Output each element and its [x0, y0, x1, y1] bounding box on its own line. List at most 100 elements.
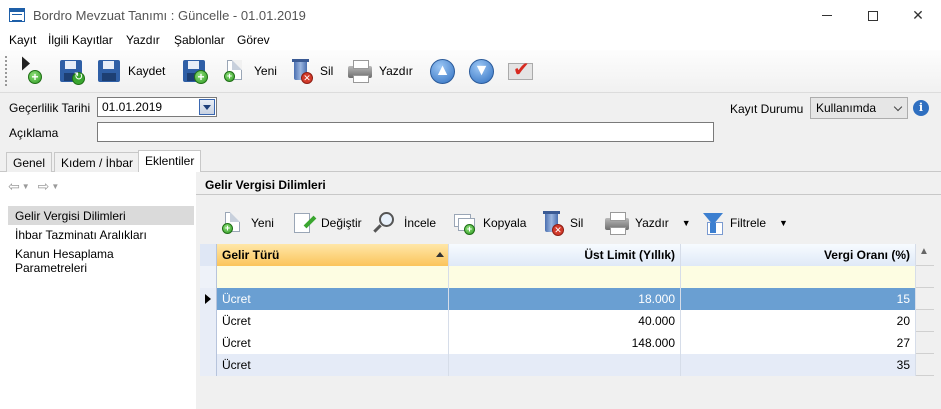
save-plus-icon: + [181, 58, 208, 84]
grid-copy-button[interactable]: + Kopyala [452, 206, 526, 240]
nav-item-kanun-hesaplama[interactable]: Kanun Hesaplama Parametreleri [8, 244, 194, 275]
date-dropdown-button[interactable] [199, 99, 215, 115]
toolbar-grip[interactable] [5, 56, 8, 86]
approve-button[interactable] [507, 55, 533, 87]
menu-yazdir[interactable]: Yazdır [126, 33, 160, 47]
cell-gelir-turu[interactable]: Ücret [217, 332, 449, 354]
print-dropdown-icon[interactable]: ▼ [682, 218, 691, 228]
new-button-label: Yeni [254, 64, 277, 78]
edit-pencil-icon [290, 210, 316, 236]
sort-ascending-icon [436, 252, 444, 257]
grid-delete-button[interactable]: ✕ Sil [539, 206, 583, 240]
trash-bin-icon: ✕ [539, 210, 565, 236]
cell-vergi-orani[interactable]: 20 [681, 310, 916, 332]
record-status-select[interactable]: Kullanımda [810, 97, 908, 119]
cell-gelir-turu[interactable]: Ücret [217, 310, 449, 332]
main-toolbar: + Kaydet + + Yeni ✕ Sil Yazdır ▲ ▼ [0, 50, 941, 93]
cell-gelir-turu[interactable]: Ücret [217, 354, 449, 376]
printer-icon [347, 58, 373, 84]
move-down-button[interactable]: ▼ [468, 55, 494, 87]
tab-strip: Genel Kıdem / İhbar Eklentiler [0, 150, 941, 173]
grid-new-button[interactable]: + Yeni [220, 206, 274, 240]
minimize-icon [822, 15, 832, 16]
detail-pane: Gelir Vergisi Dilimleri + Yeni Değiştir … [196, 172, 941, 409]
validity-date-value: 01.01.2019 [102, 100, 163, 114]
delete-button[interactable]: ✕ Sil [288, 55, 333, 87]
grid-print-label: Yazdır [635, 216, 669, 230]
print-button[interactable]: Yazdır [347, 55, 413, 87]
save-button[interactable]: Kaydet [96, 55, 165, 87]
grid-filter-button[interactable]: Filtrele ▼ [699, 206, 788, 240]
column-header-gelir-turu[interactable]: Gelir Türü [217, 244, 449, 266]
minimize-button[interactable] [804, 0, 850, 31]
scroll-up-icon[interactable]: ▲ [919, 246, 929, 257]
cell-vergi-orani[interactable]: 15 [681, 288, 916, 310]
cell-gelir-turu[interactable]: Ücret [217, 288, 449, 310]
forward-dropdown-icon[interactable]: ▼ [51, 182, 59, 191]
column-header-vergi-orani[interactable]: Vergi Oranı (%) [681, 244, 916, 266]
save-new-button[interactable]: + [181, 55, 208, 87]
row-indicator [200, 266, 217, 288]
cell-vergi-orani[interactable]: 27 [681, 332, 916, 354]
validity-date-label: Geçerlilik Tarihi [9, 101, 91, 115]
nav-item-ihbar-tazminati[interactable]: İhbar Tazminatı Aralıkları [8, 225, 194, 244]
tab-kidem-ihbar[interactable]: Kıdem / İhbar [54, 152, 141, 172]
cell-ust-limit[interactable]: 40.000 [449, 310, 681, 332]
grid-edit-button[interactable]: Değiştir [290, 206, 362, 240]
maximize-button[interactable] [850, 0, 896, 31]
menu-kayit[interactable]: Kayıt [9, 33, 36, 47]
validity-date-field[interactable]: 01.01.2019 [97, 97, 217, 117]
tab-eklentiler[interactable]: Eklentiler [138, 150, 202, 173]
printer-icon [604, 210, 630, 236]
print-button-label: Yazdır [379, 64, 413, 78]
menu-bar: Kayıt İlgili Kayıtlar Yazdır Şablonlar G… [0, 31, 941, 50]
close-button[interactable]: ✕ [895, 0, 941, 31]
tab-genel[interactable]: Genel [6, 152, 53, 172]
nav-item-gelir-vergisi[interactable]: Gelir Vergisi Dilimleri [8, 206, 194, 225]
grid-delete-label: Sil [570, 216, 584, 230]
filter-cell-vergi-orani[interactable] [681, 266, 916, 288]
delete-button-label: Sil [320, 64, 334, 78]
table-row[interactable]: Ücret 18.000 15 [200, 288, 934, 310]
grid-print-button[interactable]: Yazdır ▼ [604, 206, 691, 240]
info-icon[interactable]: i [913, 100, 929, 116]
forward-arrow-icon[interactable]: ⇨ [38, 178, 50, 195]
description-label: Açıklama [9, 126, 59, 140]
tab-content: ⇦ ▼ ⇨ ▼ Gelir Vergisi Dilimleri İhbar Tazm… [0, 172, 941, 409]
filter-cell-gelir-turu[interactable] [217, 266, 449, 288]
new-document-icon: + [222, 58, 248, 84]
back-dropdown-icon[interactable]: ▼ [22, 182, 30, 191]
record-status-value: Kullanımda [816, 101, 877, 115]
grid-edit-label: Değiştir [321, 216, 362, 230]
move-up-button[interactable]: ▲ [429, 55, 455, 87]
tax-brackets-grid: Gelir Türü Üst Limit (Yıllık) Vergi Oran… [200, 244, 934, 376]
magnifier-icon [373, 210, 399, 236]
cell-vergi-orani[interactable]: 35 [681, 354, 916, 376]
column-header-ust-limit[interactable]: Üst Limit (Yıllık) [449, 244, 681, 266]
cell-ust-limit[interactable]: 18.000 [449, 288, 681, 310]
menu-gorev[interactable]: Görev [237, 33, 270, 47]
cell-ust-limit[interactable] [449, 354, 681, 376]
navigation-pane: ⇦ ▼ ⇨ ▼ Gelir Vergisi Dilimleri İhbar Tazm… [4, 176, 194, 409]
new-record-button[interactable]: + [18, 55, 44, 87]
save-button-label: Kaydet [128, 64, 166, 78]
back-arrow-icon[interactable]: ⇦ [8, 178, 20, 195]
save-refresh-button[interactable] [58, 55, 85, 87]
checkmark-icon [507, 57, 533, 84]
arrow-up-icon: ▲ [429, 58, 455, 84]
table-row[interactable]: Ücret 148.000 27 [200, 332, 934, 354]
maximize-icon [868, 10, 878, 21]
new-button[interactable]: + Yeni [222, 55, 277, 87]
menu-ilgili-kayitlar[interactable]: İlgili Kayıtlar [48, 33, 113, 47]
grid-inspect-button[interactable]: İncele [373, 206, 436, 240]
cell-ust-limit[interactable]: 148.000 [449, 332, 681, 354]
table-row[interactable]: Ücret 35 [200, 354, 934, 376]
menu-sablonlar[interactable]: Şablonlar [174, 33, 225, 47]
filter-cell-ust-limit[interactable] [449, 266, 681, 288]
panel-divider [196, 194, 941, 195]
new-document-icon: + [220, 210, 246, 236]
table-row[interactable]: Ücret 40.000 20 [200, 310, 934, 332]
window-title: Bordro Mevzuat Tanımı : Güncelle - 01.01… [33, 8, 306, 23]
description-input[interactable] [97, 122, 714, 142]
filter-dropdown-icon[interactable]: ▼ [779, 218, 788, 228]
